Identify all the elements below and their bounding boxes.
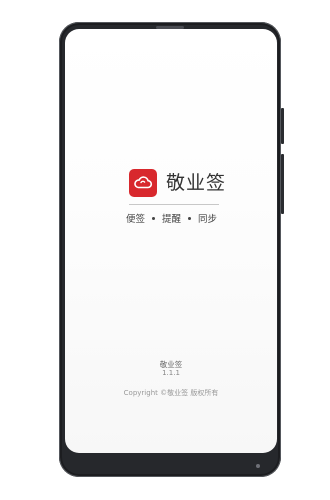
app-logo: [129, 169, 157, 197]
tagline-sync: 同步: [198, 214, 218, 225]
bullet-dot: [188, 216, 192, 220]
footer-copyright: Copyright ©敬业签 版权所有: [123, 389, 219, 397]
tagline-row: 便签 提醒 同步: [126, 211, 217, 225]
volume-button: [281, 154, 284, 214]
tagline-reminder: 提醒: [162, 214, 182, 225]
front-sensor: [256, 464, 260, 468]
app-logo-row: 敬业签: [129, 168, 226, 198]
splash-stage: 敬业签 便签 提醒 同步 敬业签 1.1.1 Copyright ©敬业签 版权…: [0, 0, 330, 500]
bullet-dot: [152, 216, 156, 220]
footer-version: 1.1.1: [162, 369, 180, 377]
power-button: [281, 108, 284, 144]
tagline-notes: 便签: [126, 214, 146, 225]
app-name: 敬业签: [166, 172, 227, 194]
title-divider: [129, 204, 219, 205]
cloud-icon: [134, 176, 153, 189]
splash-screen: 敬业签 便签 提醒 同步 敬业签 1.1.1 Copyright ©敬业签 版权…: [65, 29, 277, 453]
